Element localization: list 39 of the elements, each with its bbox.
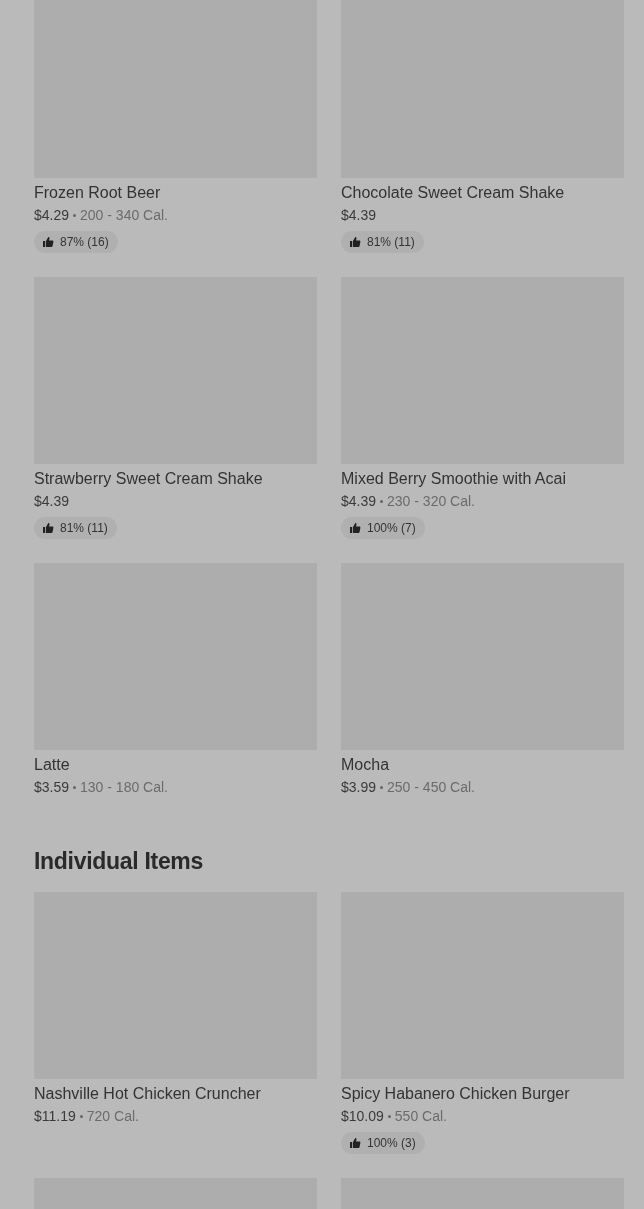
separator-dot	[387, 1114, 391, 1118]
separator-dot	[79, 1114, 83, 1118]
item-price: $4.39	[341, 206, 377, 224]
item-price: $4.39	[341, 492, 377, 510]
item-price: $3.59	[34, 778, 70, 796]
rating-badge: 100% (7)	[341, 517, 425, 539]
item-price: $4.29	[34, 206, 70, 224]
item-price: $3.99	[341, 778, 377, 796]
thumbs-up-icon	[349, 1137, 361, 1149]
thumbs-up-icon	[349, 522, 361, 534]
section-heading: Individual Items	[34, 847, 204, 876]
separator-dot	[380, 499, 384, 503]
rating-badge: 100% (3)	[341, 1132, 425, 1154]
item-calories: 130 - 180 Cal.	[80, 778, 168, 796]
item-calories: 250 - 450 Cal.	[387, 778, 475, 796]
item-name[interactable]: Nashville Hot Chicken Cruncher	[34, 1084, 317, 1104]
item-name[interactable]: Mocha	[341, 755, 624, 775]
item-calories: 200 - 340 Cal.	[80, 206, 168, 224]
separator-dot	[380, 785, 384, 789]
item-name[interactable]: Frozen Root Beer	[34, 183, 317, 203]
separator-dot	[73, 213, 77, 217]
item-name[interactable]: Strawberry Sweet Cream Shake	[34, 469, 317, 489]
item-calories: 550 Cal.	[394, 1107, 447, 1125]
item-name[interactable]: Chocolate Sweet Cream Shake	[341, 183, 624, 203]
thumbs-up-icon	[42, 236, 54, 248]
item-calories: 230 - 320 Cal.	[387, 492, 475, 510]
thumbs-up-icon	[349, 236, 361, 248]
item-price: $11.19	[34, 1107, 76, 1125]
item-price: $4.39	[34, 492, 70, 510]
rating-badge: 81% (11)	[341, 231, 424, 253]
item-calories: 720 Cal.	[86, 1107, 139, 1125]
separator-dot	[73, 785, 77, 789]
item-name[interactable]: Latte	[34, 755, 317, 775]
thumbs-up-icon	[42, 522, 54, 534]
item-name[interactable]: Mixed Berry Smoothie with Acai	[341, 469, 624, 489]
rating-badge: 81% (11)	[34, 517, 117, 539]
item-price: $10.09	[341, 1107, 384, 1125]
rating-badge: 87% (16)	[34, 231, 118, 253]
item-name[interactable]: Spicy Habanero Chicken Burger	[341, 1084, 624, 1104]
